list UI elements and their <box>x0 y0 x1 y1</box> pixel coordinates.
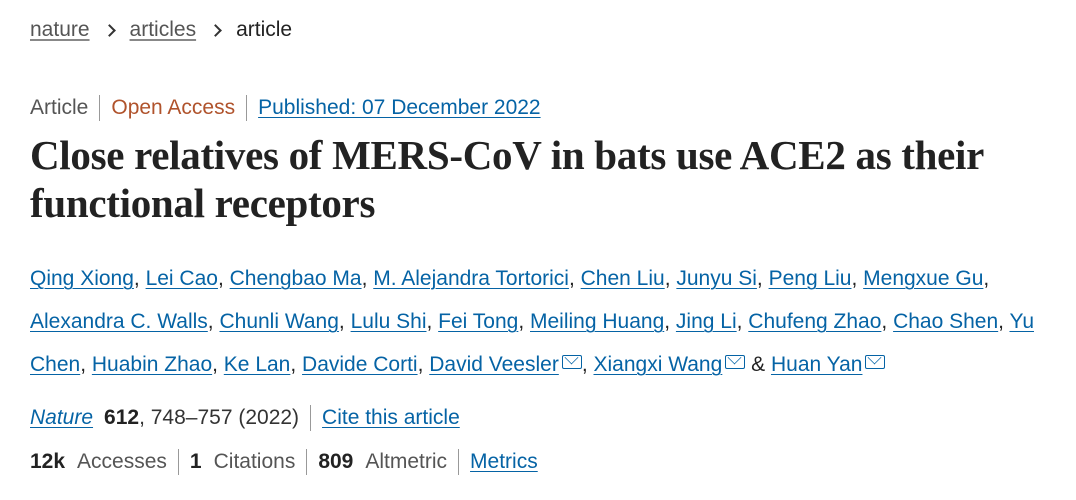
chevron-right-icon <box>104 19 116 41</box>
altmetric-score: 809 <box>318 450 354 473</box>
article-type: Article <box>30 96 89 119</box>
author-link[interactable]: Alexandra C. Walls <box>30 310 208 333</box>
author-link[interactable]: Huan Yan <box>771 353 862 376</box>
article-meta: Article Open Access Published: 07 Decemb… <box>30 95 541 121</box>
volume-number: 612 <box>104 406 140 429</box>
envelope-icon[interactable] <box>561 355 582 369</box>
author-link[interactable]: Peng Liu <box>769 267 852 290</box>
author-link[interactable]: Chao Shen <box>893 310 998 333</box>
author-link[interactable]: Qing Xiong <box>30 267 134 290</box>
divider <box>246 95 248 121</box>
article-metrics: 12k Accesses 1 Citations 809 Altmetric M… <box>30 449 538 475</box>
envelope-icon[interactable] <box>865 355 886 369</box>
author-separator: , <box>80 353 92 376</box>
divider <box>458 449 460 475</box>
author-separator: , <box>518 310 530 333</box>
author-link[interactable]: Davide Corti <box>302 353 418 376</box>
breadcrumb-link-nature[interactable]: nature <box>30 18 90 42</box>
author-link[interactable]: Fei Tong <box>438 310 518 333</box>
metrics-link[interactable]: Metrics <box>470 450 538 474</box>
author-separator: , <box>881 310 894 333</box>
author-separator: , <box>212 353 224 376</box>
divider <box>177 449 179 475</box>
author-separator: , <box>290 353 303 376</box>
citation-line: Nature 612 , 748–757 (2022) Cite this ar… <box>30 405 460 431</box>
author-link[interactable]: Chengbao Ma <box>230 267 362 290</box>
author-link[interactable]: Mengxue Gu <box>863 267 983 290</box>
author-link[interactable]: Lulu Shi <box>351 310 427 333</box>
breadcrumb-current: article <box>236 18 293 41</box>
author-link[interactable]: Chufeng Zhao <box>748 310 881 333</box>
author-link[interactable]: Chunli Wang <box>219 310 338 333</box>
divider <box>99 95 101 121</box>
author-separator: , <box>361 267 374 290</box>
author-separator: , <box>664 310 676 333</box>
divider <box>310 405 312 431</box>
accesses-label: Accesses <box>77 450 167 473</box>
author-separator: , <box>207 310 220 333</box>
author-separator: , <box>851 267 864 290</box>
author-separator: , <box>426 310 439 333</box>
author-link[interactable]: Xiangxi Wang <box>594 353 723 376</box>
author-link[interactable]: Ke Lan <box>224 353 291 376</box>
author-link[interactable]: Meiling Huang <box>530 310 664 333</box>
pages-year: , 748–757 (2022) <box>139 406 300 429</box>
author-list: Qing Xiong, Lei Cao, Chengbao Ma, M. Ale… <box>30 257 1040 386</box>
author-separator: , <box>983 267 990 290</box>
divider <box>306 449 308 475</box>
cite-this-article-link[interactable]: Cite this article <box>322 406 460 430</box>
journal-link[interactable]: Nature <box>30 406 93 430</box>
author-separator: , <box>664 267 677 290</box>
citations-label: Citations <box>213 450 296 473</box>
author-link[interactable]: Chen Liu <box>581 267 665 290</box>
author-separator: , <box>338 310 351 333</box>
breadcrumb-link-articles[interactable]: articles <box>130 18 197 42</box>
author-link[interactable]: M. Alejandra Tortorici <box>373 267 569 290</box>
envelope-icon[interactable] <box>725 355 746 369</box>
author-separator: , <box>998 310 1010 333</box>
citations-count: 1 <box>189 450 202 473</box>
author-link[interactable]: David Veesler <box>429 353 559 376</box>
author-separator: , <box>568 267 581 290</box>
author-separator: , <box>133 267 146 290</box>
author-separator: , <box>217 267 230 290</box>
altmetric-label: Altmetric <box>365 450 448 473</box>
article-title: Close relatives of MERS-CoV in bats use … <box>30 132 984 226</box>
author-separator: , <box>756 267 769 290</box>
accesses-count: 12k <box>30 450 66 473</box>
author-link[interactable]: Lei Cao <box>146 267 218 290</box>
author-link[interactable]: Jing Li <box>676 310 737 333</box>
author-separator: , <box>417 353 430 376</box>
published-date-link[interactable]: Published: 07 December 2022 <box>258 96 541 120</box>
author-link[interactable]: Huabin Zhao <box>92 353 212 376</box>
breadcrumb: nature articles article <box>30 18 292 42</box>
author-link[interactable]: Junyu Si <box>676 267 757 290</box>
author-separator: & <box>745 353 771 376</box>
author-separator: , <box>581 353 594 376</box>
open-access-label: Open Access <box>111 96 236 119</box>
author-separator: , <box>736 310 749 333</box>
chevron-right-icon <box>210 19 222 41</box>
